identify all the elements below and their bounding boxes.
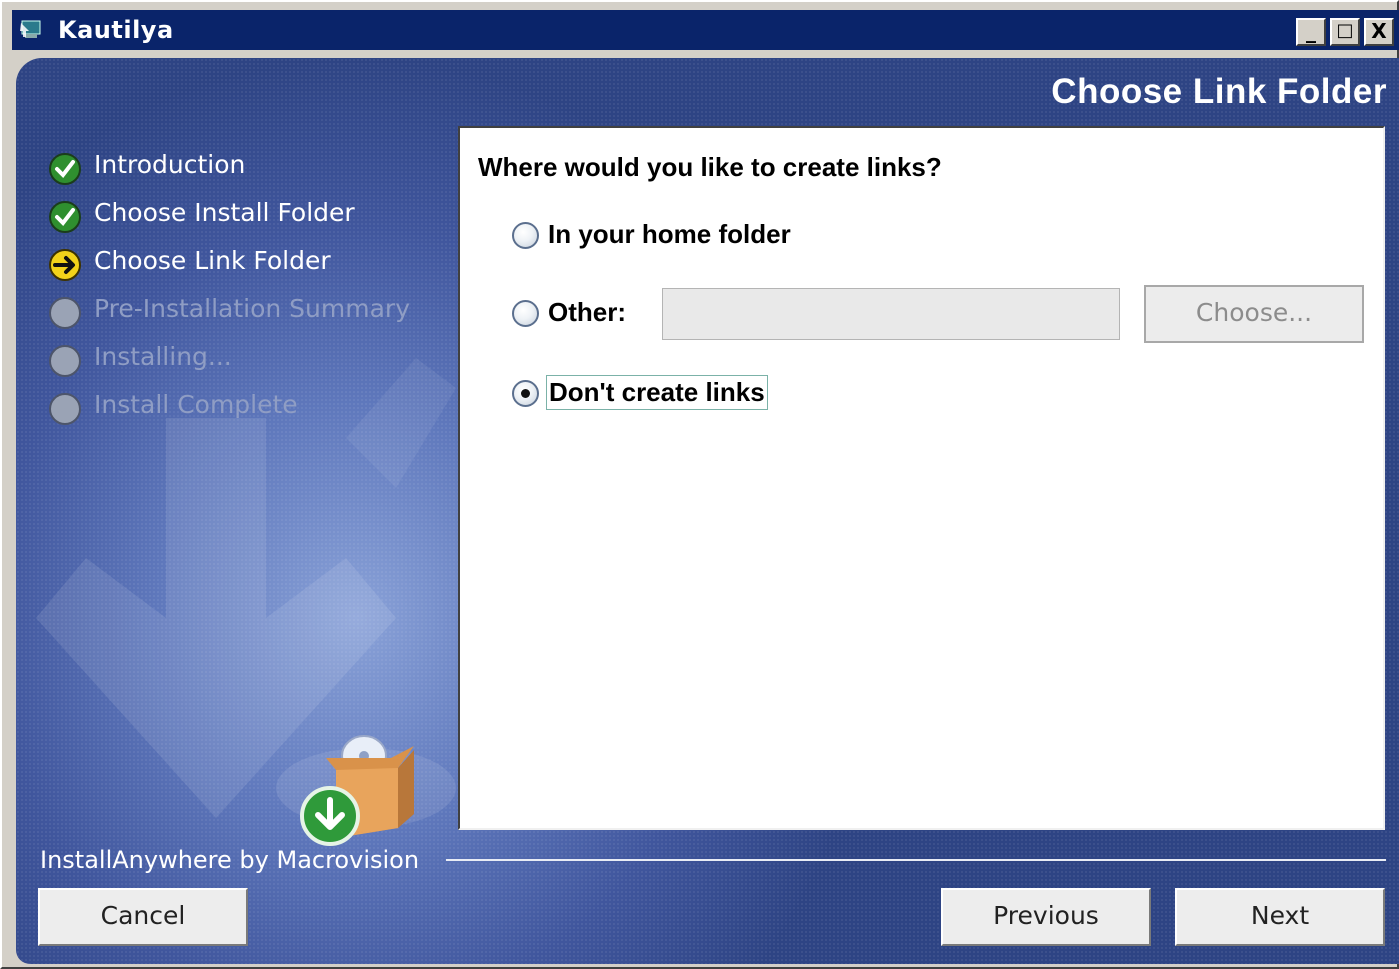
previous-button[interactable]: Previous — [941, 888, 1151, 946]
step-label: Install Complete — [94, 390, 298, 419]
circle-icon — [49, 297, 81, 329]
step-label: Pre-Installation Summary — [94, 294, 410, 323]
window-title: Kautilya — [58, 16, 174, 44]
step-label: Choose Link Folder — [94, 246, 331, 275]
option-label: Other: — [548, 297, 626, 327]
installer-panel: Choose Link Folder Introduction Choose I… — [16, 58, 1399, 964]
option-label: Don't create links — [546, 375, 768, 410]
maximize-button[interactable]: □ — [1330, 18, 1360, 46]
prompt-question: Where would you like to create links? — [478, 152, 942, 182]
radio-button[interactable] — [512, 222, 539, 249]
check-icon — [49, 153, 81, 185]
step-label: Choose Install Folder — [94, 198, 355, 227]
circle-icon — [49, 345, 81, 377]
title-bar[interactable]: Kautilya _ □ X — [12, 10, 1399, 50]
app-icon — [20, 20, 41, 38]
option-label: In your home folder — [548, 219, 791, 249]
content-panel: Where would you like to create links? In… — [458, 126, 1385, 830]
check-icon — [49, 201, 81, 233]
circle-icon — [49, 393, 81, 425]
close-button[interactable]: X — [1364, 18, 1394, 46]
step-label: Installing... — [94, 342, 232, 371]
radio-button[interactable] — [512, 300, 539, 327]
arrow-right-icon — [49, 249, 81, 281]
divider — [446, 859, 1386, 861]
other-path-input[interactable] — [662, 288, 1120, 340]
page-title: Choose Link Folder — [1051, 72, 1387, 111]
cancel-button[interactable]: Cancel — [38, 888, 248, 946]
next-button[interactable]: Next — [1175, 888, 1385, 946]
choose-button[interactable]: Choose... — [1144, 285, 1364, 343]
brand-label: InstallAnywhere by Macrovision — [40, 846, 420, 874]
install-box-icon — [300, 735, 414, 846]
step-label: Introduction — [94, 150, 246, 179]
installer-window: Kautilya _ □ X Choose Link Folder Introd… — [0, 0, 1399, 969]
radio-button[interactable] — [512, 380, 539, 407]
minimize-button[interactable]: _ — [1296, 18, 1326, 46]
